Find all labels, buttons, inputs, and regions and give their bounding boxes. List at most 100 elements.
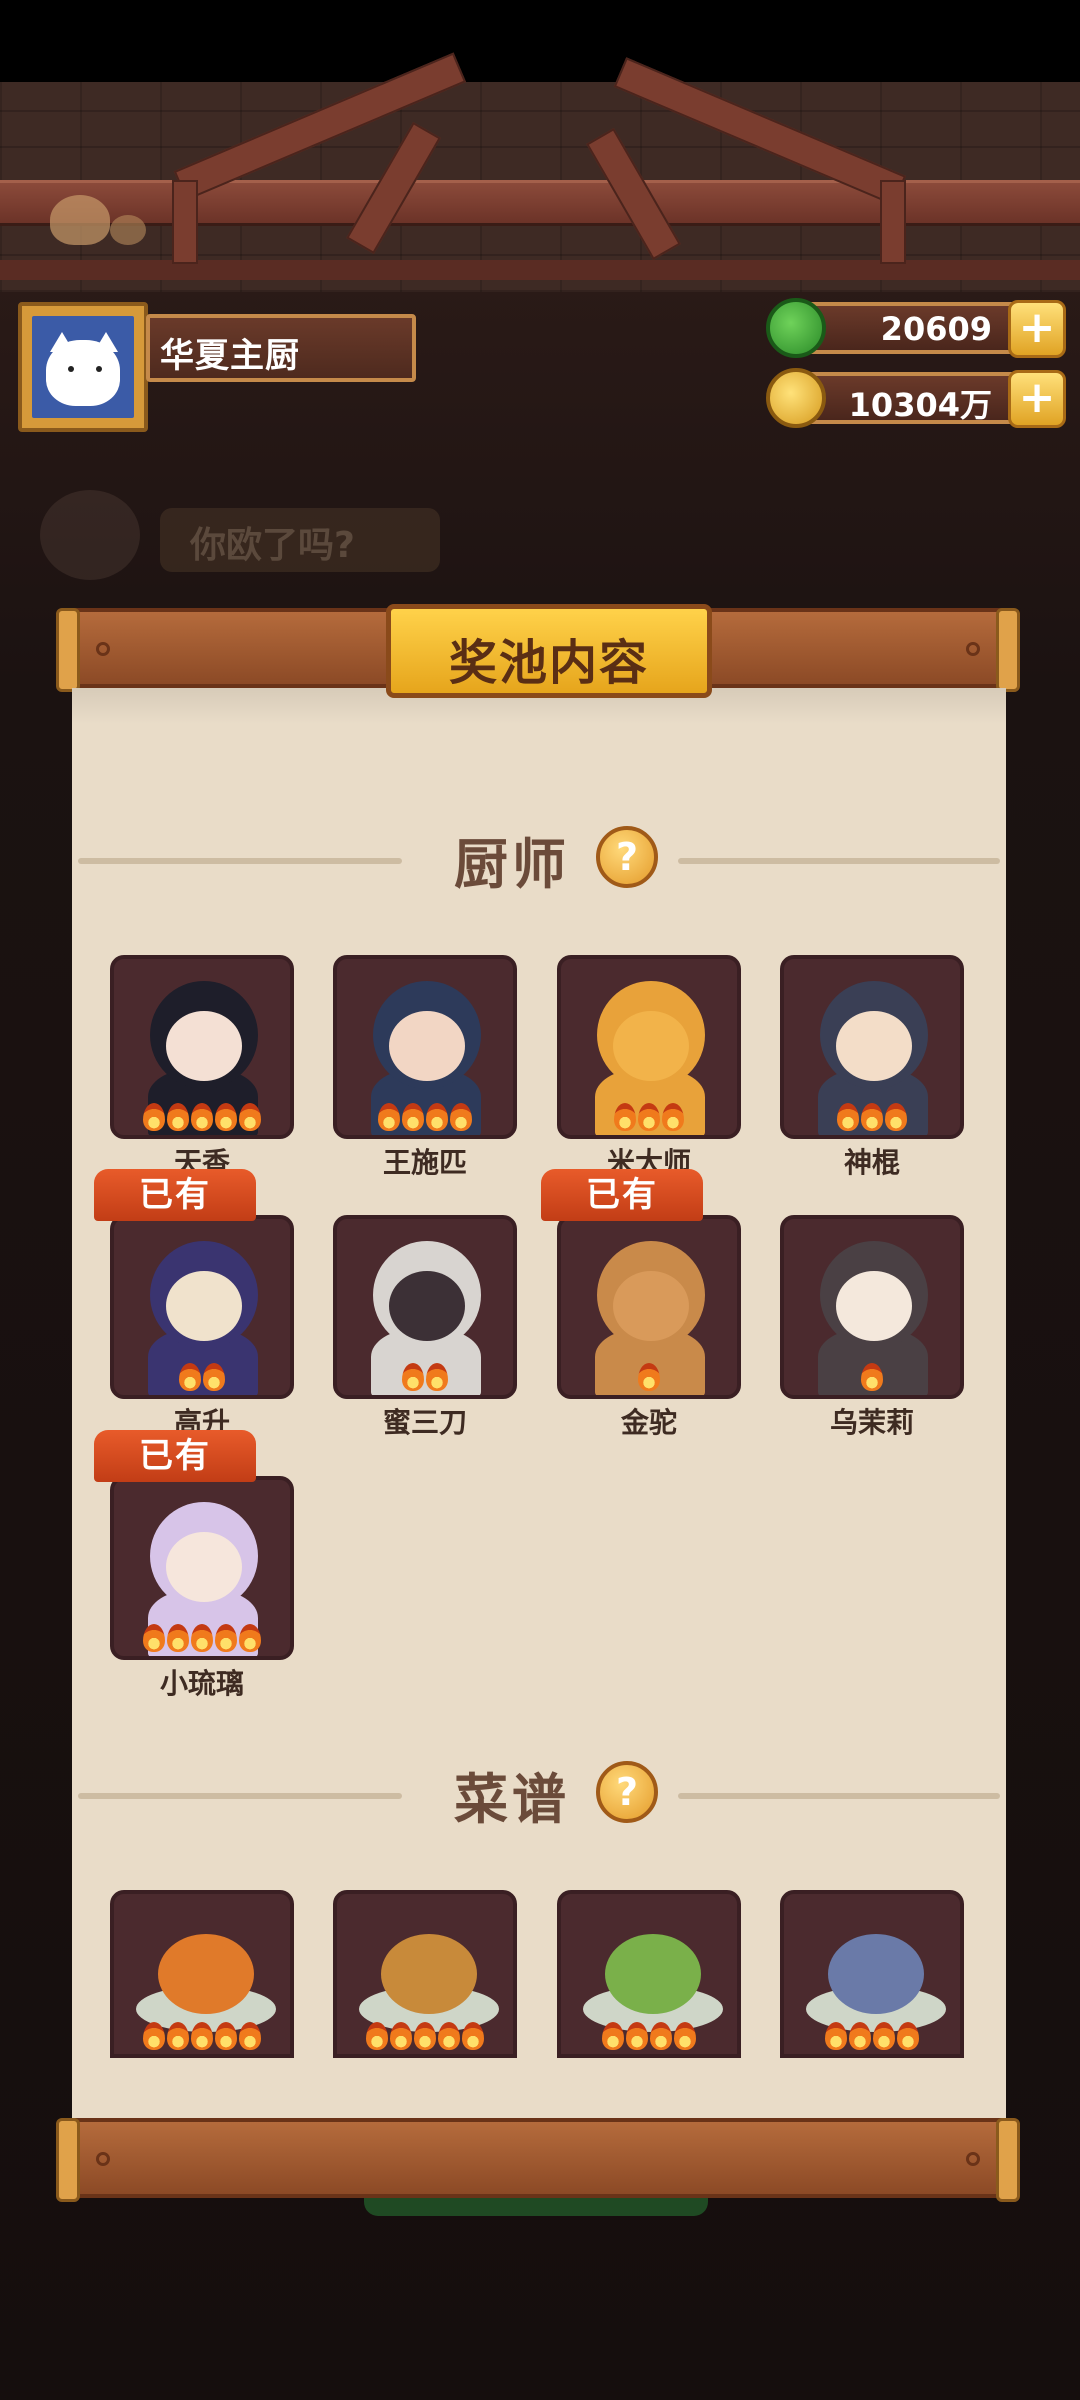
background-beam: [0, 180, 1080, 226]
scroll-bottom-rod: [56, 2118, 1020, 2202]
roof-post: [172, 180, 198, 264]
chef-card[interactable]: [557, 1215, 741, 1399]
flame-icon: [638, 1363, 660, 1391]
rarity-flames: [784, 2022, 960, 2052]
cat-avatar-icon: [46, 340, 120, 406]
chef-face: [613, 1011, 689, 1081]
chef-name: 神棍: [843, 1146, 900, 1179]
chef-card[interactable]: [557, 955, 741, 1139]
add-jade-button[interactable]: +: [1008, 300, 1066, 358]
flame-icon: [239, 1624, 261, 1652]
chef-face: [613, 1271, 689, 1341]
flame-icon: [426, 1103, 448, 1131]
chef-card[interactable]: [110, 955, 294, 1139]
recipe-card[interactable]: [110, 1890, 294, 2058]
owned-badge: 已有: [94, 1430, 256, 1482]
player-name: 华夏主厨: [160, 336, 300, 376]
panel-title: 奖池内容: [448, 635, 649, 691]
flame-icon: [143, 1103, 165, 1131]
chef-card[interactable]: [780, 1215, 964, 1399]
flame-icon: [873, 2022, 895, 2050]
rarity-flames: [561, 1363, 737, 1393]
gold-amount: 10304万: [848, 386, 992, 424]
recipe-section-title: 菜谱: [454, 1768, 570, 1831]
add-gold-button[interactable]: +: [1008, 370, 1066, 428]
chef-face: [836, 1011, 912, 1081]
recipe-card[interactable]: [780, 1890, 964, 2058]
chef-name: 乌茉莉: [829, 1406, 914, 1439]
gold-coin-icon: [766, 368, 826, 428]
section-divider: [678, 1793, 1000, 1799]
flame-icon: [674, 2022, 696, 2050]
owned-badge: 已有: [541, 1169, 703, 1221]
recipe-card[interactable]: [333, 1890, 517, 2058]
flame-icon: [861, 1103, 883, 1131]
flame-icon: [239, 1103, 261, 1131]
chef-card[interactable]: [333, 955, 517, 1139]
grill-dish-icon: [381, 1934, 477, 2014]
flame-icon: [366, 2022, 388, 2050]
flame-icon: [897, 2022, 919, 2050]
flame-icon: [849, 2022, 871, 2050]
rarity-flames: [561, 2022, 737, 2052]
flame-icon: [191, 1624, 213, 1652]
salad-dish-icon: [605, 1934, 701, 2014]
flame-icon: [414, 2022, 436, 2050]
chef-card[interactable]: [110, 1476, 294, 1660]
bird-decoration: [40, 490, 140, 580]
panel-title-tab: 奖池内容: [386, 604, 712, 698]
rarity-flames: [337, 2022, 513, 2052]
jade-currency: 20609 +: [766, 298, 1066, 358]
section-divider: [78, 858, 402, 864]
jade-coin-icon: [766, 298, 826, 358]
flame-icon: [215, 1624, 237, 1652]
recipe-help-button[interactable]: ?: [596, 1761, 658, 1823]
flame-icon: [885, 1103, 907, 1131]
rarity-flames: [114, 1103, 290, 1133]
rarity-flames: [114, 1624, 290, 1654]
flame-icon: [390, 2022, 412, 2050]
chef-face: [166, 1271, 242, 1341]
chef-card[interactable]: [780, 955, 964, 1139]
flame-icon: [167, 1103, 189, 1131]
chef-card[interactable]: [110, 1215, 294, 1399]
flame-icon: [861, 1363, 883, 1391]
flame-icon: [402, 1103, 424, 1131]
flame-icon: [462, 2022, 484, 2050]
background-bubble: 你欧了吗?: [160, 508, 440, 572]
rarity-flames: [114, 1363, 290, 1393]
rarity-flames: [337, 1363, 513, 1393]
flame-icon: [191, 1103, 213, 1131]
background-beam-lower: [0, 260, 1080, 280]
flame-icon: [638, 1103, 660, 1131]
owned-badge: 已有: [94, 1169, 256, 1221]
chick-decoration: [110, 215, 146, 245]
chef-section-title: 厨师: [454, 833, 570, 896]
player-avatar[interactable]: [18, 302, 148, 432]
flame-icon: [402, 1363, 424, 1391]
flame-icon: [203, 1363, 225, 1391]
recipe-card[interactable]: [557, 1890, 741, 2058]
chef-card[interactable]: [333, 1215, 517, 1399]
rarity-flames: [784, 1363, 960, 1393]
flame-icon: [662, 1103, 684, 1131]
status-bar: [0, 0, 1080, 82]
chef-help-button[interactable]: ?: [596, 826, 658, 888]
section-divider: [78, 1793, 402, 1799]
flame-icon: [426, 1363, 448, 1391]
jade-amount: 20609: [880, 310, 992, 348]
flame-icon: [614, 1103, 636, 1131]
rarity-flames: [114, 2022, 290, 2052]
flame-icon: [143, 2022, 165, 2050]
chef-name: 金驼: [620, 1406, 677, 1439]
flame-icon: [167, 2022, 189, 2050]
flame-icon: [179, 1363, 201, 1391]
chef-face: [389, 1011, 465, 1081]
chef-face: [166, 1532, 242, 1602]
flame-icon: [837, 1103, 859, 1131]
phoenix-dish-icon: [158, 1934, 254, 2014]
background-button: [364, 2198, 708, 2216]
roof-post: [880, 180, 906, 264]
flame-icon: [239, 2022, 261, 2050]
flame-icon: [602, 2022, 624, 2050]
